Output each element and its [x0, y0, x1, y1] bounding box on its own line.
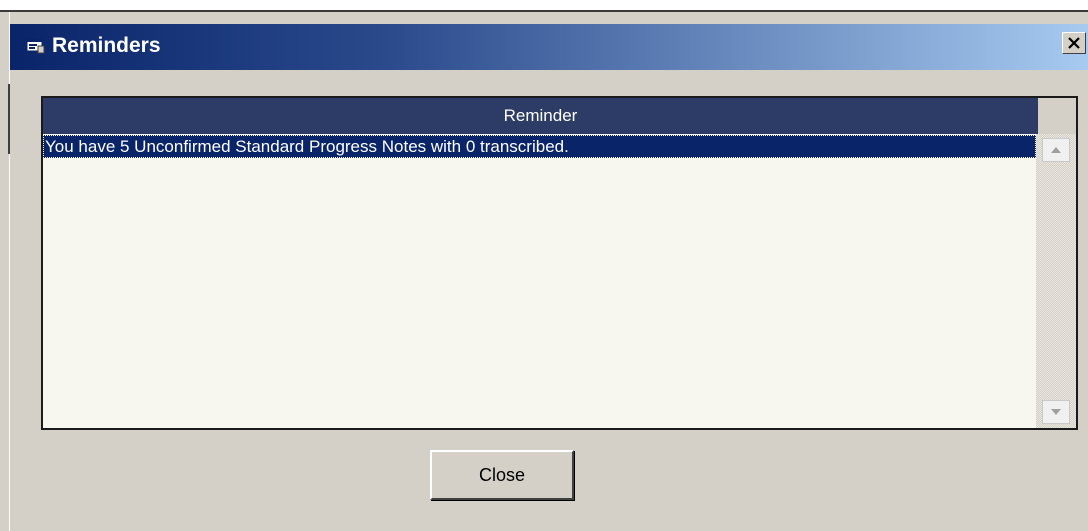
scroll-down-button[interactable] [1042, 400, 1070, 424]
title-bar[interactable]: Reminders [10, 24, 1088, 70]
column-header-reminder[interactable]: Reminder [43, 98, 1038, 135]
arrow-down-icon [1051, 409, 1061, 415]
grid-corner [1038, 98, 1076, 134]
reminder-window-icon [26, 38, 45, 54]
reminder-row[interactable]: You have 5 Unconfirmed Standard Progress… [43, 135, 1036, 158]
reminders-dialog: Reminders Reminder You have 5 Unconfirme… [10, 12, 1088, 531]
reminders-grid[interactable]: Reminder You have 5 Unconfirmed Standard… [41, 96, 1078, 430]
arrow-up-icon [1051, 147, 1061, 153]
scroll-up-button[interactable] [1042, 138, 1070, 162]
close-window-button[interactable] [1062, 32, 1086, 54]
close-icon [1068, 37, 1080, 49]
vertical-scrollbar[interactable] [1036, 134, 1076, 428]
close-button[interactable]: Close [430, 450, 574, 500]
window-title: Reminders [52, 34, 161, 57]
